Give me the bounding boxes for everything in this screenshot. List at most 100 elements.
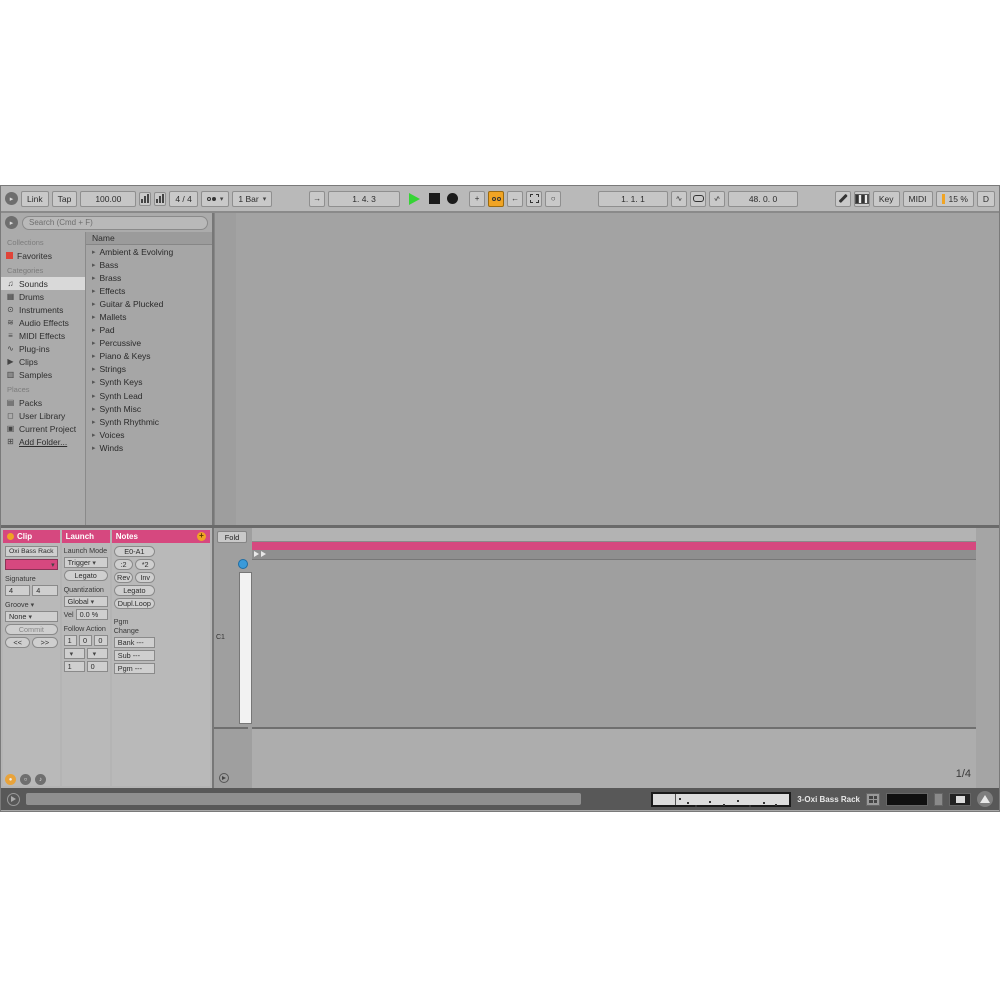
browser-item-strings[interactable]: ▸Strings	[86, 363, 212, 376]
automation-arm-button[interactable]	[488, 191, 504, 207]
commit-button[interactable]: Commit	[5, 624, 58, 635]
draw-pencil-button[interactable]	[835, 191, 851, 207]
sidebar-item-samples[interactable]: ▥Samples	[1, 368, 85, 381]
browser-item-voices[interactable]: ▸Voices	[86, 428, 212, 441]
launch-mode-chooser[interactable]: Trigger	[64, 557, 108, 568]
loop-start-display[interactable]: 1. 1. 1	[598, 191, 668, 207]
play-button[interactable]	[409, 193, 420, 205]
stop-button[interactable]	[429, 193, 440, 204]
name-column-header[interactable]: Name	[86, 232, 212, 245]
expand-triangle-icon[interactable]: ▸	[92, 392, 96, 400]
session-record-button[interactable]: ○	[545, 191, 561, 207]
nudge-up-icon[interactable]	[154, 192, 166, 206]
pgm-chooser[interactable]: Pgm ---	[114, 663, 155, 674]
browser-item-guitar-plucked[interactable]: ▸Guitar & Plucked	[86, 297, 212, 310]
beat-time-ruler[interactable]	[252, 528, 976, 542]
follow-chance-b[interactable]: 0	[87, 661, 108, 672]
follow-time-sixteenths[interactable]: 0	[94, 635, 107, 646]
expand-triangle-icon[interactable]: ▸	[92, 326, 96, 334]
browser-item-synth-keys[interactable]: ▸Synth Keys	[86, 376, 212, 389]
sidebar-item-audio-effects[interactable]: ≋Audio Effects	[1, 316, 85, 329]
signature-numerator[interactable]: 4	[5, 585, 30, 596]
metronome-button[interactable]	[201, 191, 230, 207]
clip-name-field[interactable]: Oxi Bass Rack	[5, 546, 58, 557]
browser-item-synth-lead[interactable]: ▸Synth Lead	[86, 389, 212, 402]
next-clip-button[interactable]: >>	[32, 637, 57, 648]
envelope-box-toggle[interactable]: ♪	[35, 774, 46, 785]
scrub-area[interactable]	[252, 550, 976, 560]
computer-keyboard-button[interactable]	[854, 191, 870, 207]
follow-button[interactable]: ←	[309, 191, 325, 207]
transpose-display[interactable]: E0-A1	[114, 546, 155, 557]
invert-button[interactable]: Inv	[135, 572, 155, 583]
expand-triangle-icon[interactable]: ▸	[92, 248, 96, 256]
expand-triangle-icon[interactable]: ▸	[92, 339, 96, 347]
expand-triangle-icon[interactable]: ▸	[92, 431, 96, 439]
double-time-button[interactable]: *2	[135, 559, 155, 570]
expand-triangle-icon[interactable]: ▸	[92, 418, 96, 426]
reverse-button[interactable]: Rev	[114, 572, 134, 583]
sidebar-item-add-folder[interactable]: ⊞Add Folder...	[1, 435, 85, 448]
notes-box-header[interactable]: Notes+	[112, 530, 210, 543]
sidebar-item-clips[interactable]: ▶Clips	[1, 355, 85, 368]
follow-time-beats[interactable]: 0	[79, 635, 92, 646]
expand-triangle-icon[interactable]: ▸	[92, 287, 96, 295]
quantization-chooser[interactable]: Global	[64, 596, 108, 607]
groove-chooser[interactable]: None	[5, 611, 58, 622]
cpu-meter[interactable]: 15 %	[936, 191, 974, 207]
sidebar-item-midi-effects[interactable]: ≡MIDI Effects	[1, 329, 85, 342]
expand-triangle-icon[interactable]: ▸	[92, 352, 96, 360]
follow-chance-a[interactable]: 1	[64, 661, 85, 672]
sidebar-item-current-project[interactable]: ▣Current Project	[1, 422, 85, 435]
follow-time-bars[interactable]: 1	[64, 635, 77, 646]
sub-bank-chooser[interactable]: Sub ---	[114, 650, 155, 661]
punch-in-button[interactable]: ∿	[671, 191, 687, 207]
piano-keyboard[interactable]	[239, 572, 252, 724]
status-play-icon[interactable]	[7, 793, 20, 806]
loop-button[interactable]	[690, 191, 706, 207]
search-input[interactable]: Search (Cmd + F)	[22, 216, 208, 230]
overdub-button[interactable]: D	[977, 191, 995, 207]
new-button[interactable]: +	[469, 191, 485, 207]
velocity-amount[interactable]: 0.0 %	[76, 609, 108, 620]
record-button[interactable]	[447, 193, 458, 204]
clip-box-toggle[interactable]: ●	[5, 774, 16, 785]
arrangement-position-display[interactable]: 1. 4. 3	[328, 191, 400, 207]
sidebar-item-packs[interactable]: ▤Packs	[1, 396, 85, 409]
expand-triangle-icon[interactable]: ▸	[92, 274, 96, 282]
follow-action-b-chooser[interactable]	[87, 648, 108, 659]
browser-item-mallets[interactable]: ▸Mallets	[86, 310, 212, 323]
velocity-lane-toggle[interactable]	[219, 773, 229, 783]
prev-clip-button[interactable]: <<	[5, 637, 30, 648]
sidebar-item-drums[interactable]: ▦Drums	[1, 290, 85, 303]
halve-time-button[interactable]: :2	[114, 559, 134, 570]
midi-map-button[interactable]: MIDI	[903, 191, 933, 207]
browser-item-pad[interactable]: ▸Pad	[86, 324, 212, 337]
clip-box-header[interactable]: Clip	[3, 530, 60, 543]
legato-notes-button[interactable]: Legato	[114, 585, 155, 596]
launch-box-toggle[interactable]: ○	[20, 774, 31, 785]
key-map-button[interactable]: Key	[873, 191, 900, 207]
browser-item-ambient-evolving[interactable]: ▸Ambient & Evolving	[86, 245, 212, 258]
expand-triangle-icon[interactable]: ▸	[92, 313, 96, 321]
fold-button[interactable]: Fold	[217, 531, 247, 543]
browser-item-brass[interactable]: ▸Brass	[86, 271, 212, 284]
expand-triangle-icon[interactable]: ▸	[92, 444, 96, 452]
browser-item-effects[interactable]: ▸Effects	[86, 284, 212, 297]
expand-triangle-icon[interactable]: ▸	[92, 378, 96, 386]
time-signature-display[interactable]: 4 / 4	[169, 191, 198, 207]
quantize-menu[interactable]: 1 Bar	[232, 191, 272, 207]
app-menu-icon[interactable]: ▸	[5, 192, 18, 205]
browser-item-piano-keys[interactable]: ▸Piano & Keys	[86, 350, 212, 363]
expand-triangle-icon[interactable]: ▸	[92, 405, 96, 413]
tap-tempo-button[interactable]: Tap	[52, 191, 78, 207]
expand-triangle-icon[interactable]: ▸	[92, 300, 96, 308]
nudge-down-icon[interactable]	[139, 192, 151, 206]
signature-denominator[interactable]: 4	[32, 585, 57, 596]
collection-favorites[interactable]: Favorites	[1, 249, 85, 262]
link-button[interactable]: Link	[21, 191, 49, 207]
browser-item-percussive[interactable]: ▸Percussive	[86, 337, 212, 350]
punch-out-button[interactable]: ∿	[709, 191, 725, 207]
sidebar-item-sounds[interactable]: ♫Sounds	[1, 277, 85, 290]
note-grid[interactable]	[252, 572, 976, 724]
